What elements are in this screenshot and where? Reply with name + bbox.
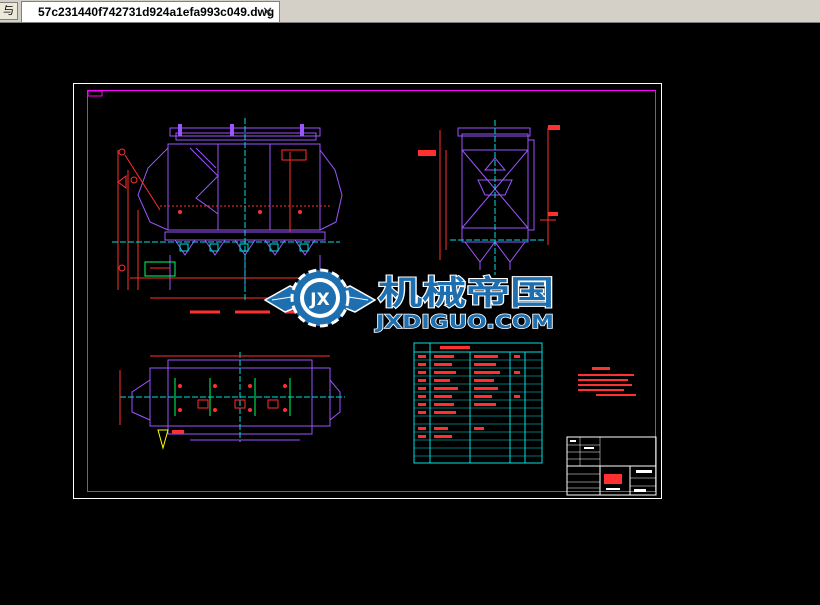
watermark-brand-cn: 机械帝国 (378, 273, 554, 312)
title-block (566, 436, 657, 496)
close-icon[interactable]: ✕ (262, 4, 273, 20)
cad-drawing: JX 机械帝国 JXDIGUO.COM (73, 83, 662, 499)
watermark-brand-en: JXDIGUO.COM (374, 311, 554, 333)
watermark-logo-letters: JX (309, 290, 329, 310)
parts-table (413, 342, 543, 464)
technical-notes (578, 367, 636, 396)
sheet-border (73, 83, 662, 499)
plan-view (119, 352, 345, 450)
watermark: JX 机械帝国 JXDIGUO.COM (263, 268, 555, 334)
tab-title: 57c231440f742731d924a1efa993c049.dwg (38, 5, 275, 19)
frame-tag (87, 90, 103, 97)
document-tab-bar: 与 57c231440f742731d924a1efa993c049.dwg ✕ (0, 0, 820, 23)
side-view (418, 120, 560, 275)
active-document-tab[interactable]: 57c231440f742731d924a1efa993c049.dwg ✕ (21, 1, 280, 22)
previous-tab-label: 与 (3, 5, 14, 17)
previous-tab[interactable]: 与 (0, 2, 18, 20)
parts-table-rows (414, 359, 542, 457)
drawing-canvas[interactable]: JX 机械帝国 JXDIGUO.COM (0, 22, 820, 600)
